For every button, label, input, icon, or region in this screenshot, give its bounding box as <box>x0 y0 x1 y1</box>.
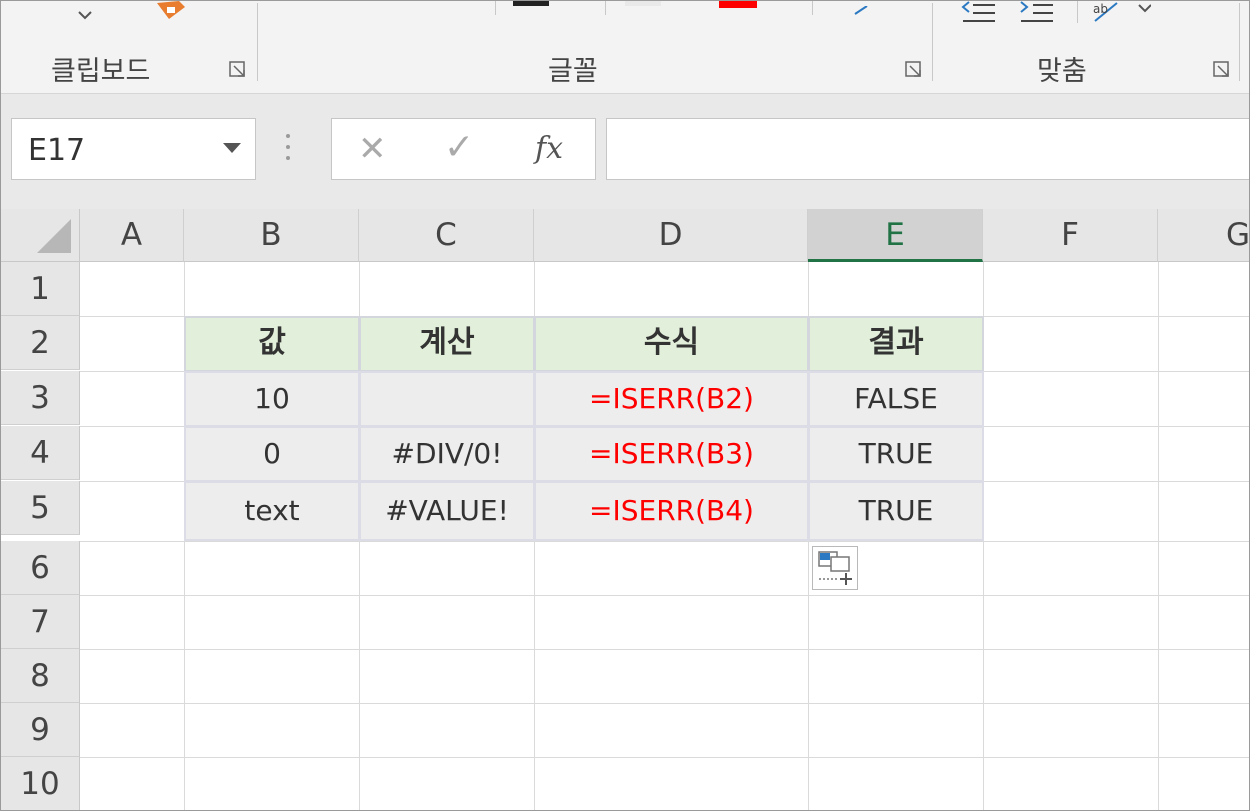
paste-icon[interactable] <box>153 1 189 27</box>
formula-bar-area: E17 ✕ ✓ fx <box>1 94 1249 209</box>
launcher-icon[interactable] <box>905 61 923 79</box>
column-header-c[interactable]: C <box>359 209 534 262</box>
group-label-alignment: 맞춤 <box>1037 56 1087 87</box>
worksheet-grid[interactable]: A B C D E F G 1 2 3 4 5 6 7 8 9 10 값 계산 … <box>1 209 1249 810</box>
column-header-e[interactable]: E <box>808 209 983 262</box>
orientation-icon[interactable] <box>853 1 873 20</box>
table-cell[interactable]: 0 <box>184 426 360 482</box>
table-header-formula[interactable]: 수식 <box>534 316 809 372</box>
group-divider <box>257 3 258 81</box>
dropdown-caret-icon[interactable] <box>223 143 241 153</box>
ribbon: 클립보드 글꼴 ab 맞춤 <box>1 1 1249 94</box>
gridline <box>80 595 1249 596</box>
formula-buttons: ✕ ✓ fx <box>331 118 596 180</box>
column-header-b[interactable]: B <box>184 209 359 262</box>
table-header-value[interactable]: 값 <box>184 316 360 372</box>
row-header-3[interactable]: 3 <box>1 371 80 425</box>
table-cell-formula[interactable]: =ISERR(B3) <box>534 426 809 482</box>
column-header-d[interactable]: D <box>534 209 808 262</box>
row-header-8[interactable]: 8 <box>1 649 80 703</box>
name-box[interactable]: E17 <box>11 118 256 180</box>
group-divider <box>1239 3 1240 81</box>
row-header-5[interactable]: 5 <box>1 481 80 535</box>
select-all-icon[interactable] <box>1 209 80 262</box>
toolbar-divider <box>495 1 496 15</box>
svg-text:ab: ab <box>1093 2 1108 16</box>
column-header-f[interactable]: F <box>983 209 1158 262</box>
row-header-10[interactable]: 10 <box>1 757 80 810</box>
table-cell[interactable]: #DIV/0! <box>359 426 535 482</box>
group-divider <box>932 3 933 81</box>
toolbar-divider <box>605 1 606 15</box>
group-label-clipboard: 클립보드 <box>51 56 151 87</box>
resize-handle-icon[interactable] <box>285 134 291 164</box>
orientation-icon[interactable]: ab <box>1091 1 1152 29</box>
table-header-calculation[interactable]: 계산 <box>359 316 535 372</box>
font-color-swatch-red <box>719 1 757 8</box>
gridline <box>80 649 1249 650</box>
gridline <box>1158 262 1159 810</box>
table-cell-result[interactable]: TRUE <box>808 481 984 541</box>
toolbar-divider <box>812 1 813 15</box>
toolbar-divider <box>1077 1 1078 23</box>
paste-options-icon[interactable] <box>812 546 858 590</box>
row-header-9[interactable]: 9 <box>1 703 80 757</box>
table-cell[interactable] <box>359 371 535 427</box>
name-box-value: E17 <box>28 133 86 168</box>
table-header-result[interactable]: 결과 <box>808 316 984 372</box>
table-cell-result[interactable]: TRUE <box>808 426 984 482</box>
font-color-swatch-black <box>513 1 549 6</box>
dropdown-caret-icon[interactable] <box>77 5 93 24</box>
column-header-g[interactable]: G <box>1158 209 1249 262</box>
excel-window: 클립보드 글꼴 ab 맞춤 E17 ✕ ✓ fx A B C D E F G 1… <box>0 0 1250 811</box>
table-cell[interactable]: 10 <box>184 371 360 427</box>
row-header-2[interactable]: 2 <box>1 316 80 370</box>
table-cell[interactable]: text <box>184 481 360 541</box>
enter-icon[interactable]: ✓ <box>444 127 474 168</box>
row-header-6[interactable]: 6 <box>1 541 80 595</box>
gridline <box>80 757 1249 758</box>
increase-indent-icon[interactable] <box>1019 1 1055 29</box>
launcher-icon[interactable] <box>229 61 247 79</box>
cancel-icon[interactable]: ✕ <box>358 129 387 169</box>
table-cell-result[interactable]: FALSE <box>808 371 984 427</box>
table-cell-formula[interactable]: =ISERR(B2) <box>534 371 809 427</box>
formula-input[interactable] <box>606 118 1249 180</box>
row-header-7[interactable]: 7 <box>1 595 80 649</box>
table-cell[interactable]: #VALUE! <box>359 481 535 541</box>
fill-color-swatch <box>625 1 661 6</box>
row-header-4[interactable]: 4 <box>1 426 80 480</box>
gridline <box>80 541 1249 542</box>
group-label-font: 글꼴 <box>548 56 598 87</box>
table-cell-formula[interactable]: =ISERR(B4) <box>534 481 809 541</box>
fx-icon[interactable]: fx <box>535 131 563 166</box>
launcher-icon[interactable] <box>1213 61 1231 79</box>
column-header-a[interactable]: A <box>80 209 184 262</box>
decrease-indent-icon[interactable] <box>961 1 997 29</box>
gridline <box>80 703 1249 704</box>
row-header-1[interactable]: 1 <box>1 262 80 316</box>
